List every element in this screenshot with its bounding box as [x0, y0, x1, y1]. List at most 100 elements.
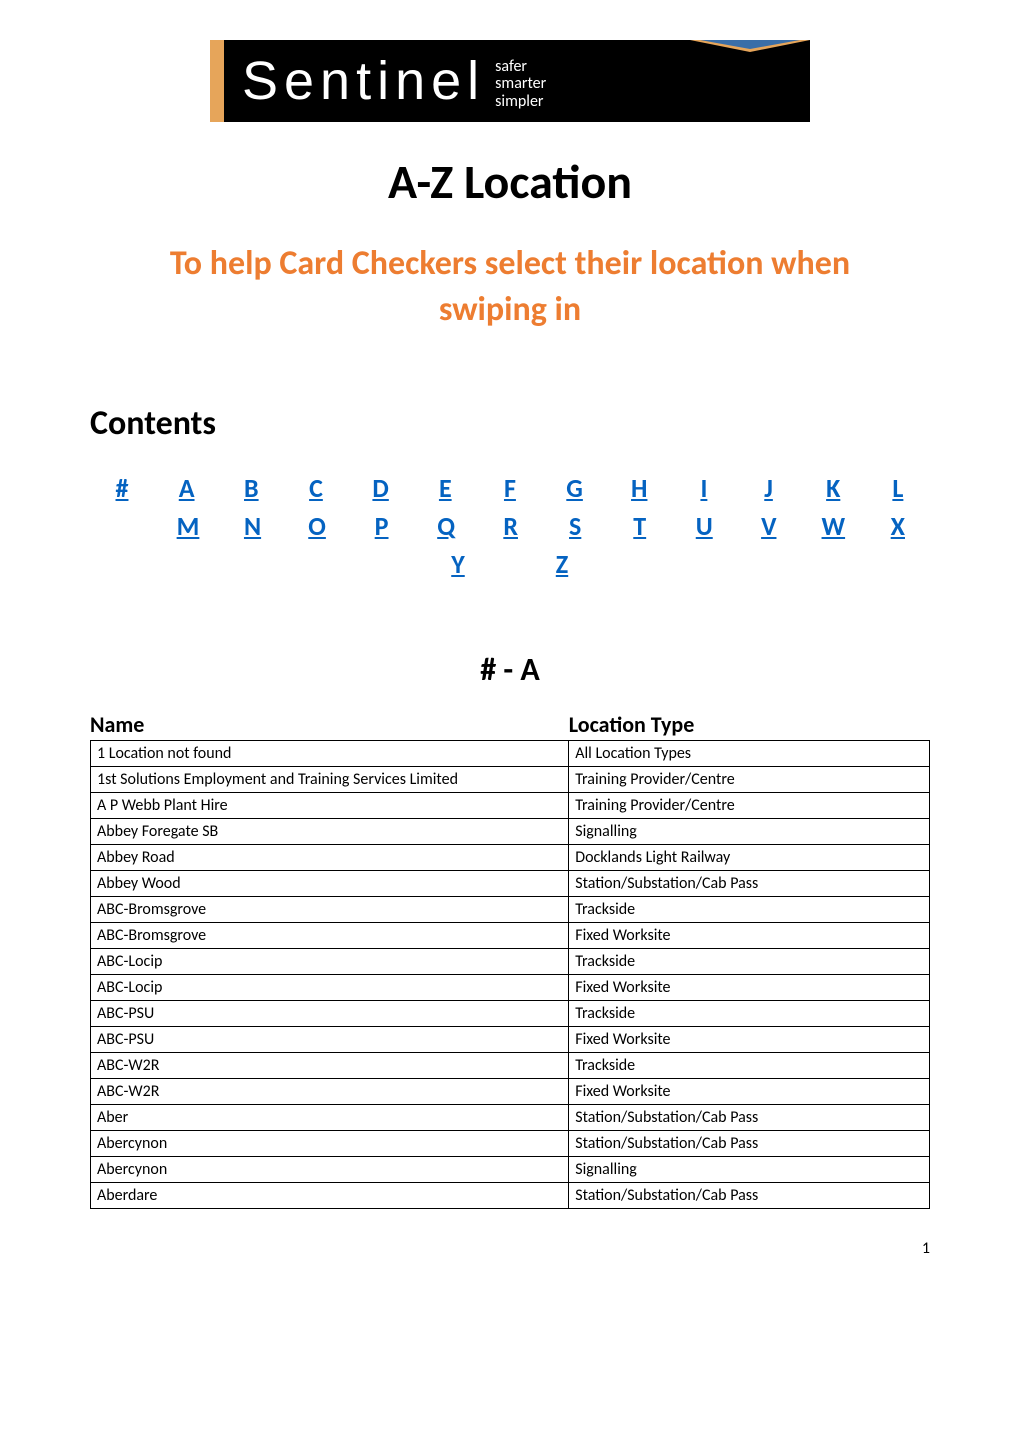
table-row: ABC-BromsgroveTrackside	[91, 896, 930, 922]
contents-heading: Contents	[90, 403, 930, 444]
az-link-q[interactable]: Q	[414, 510, 478, 542]
subtitle-line: swiping in	[439, 289, 581, 330]
section-heading: # - A	[90, 650, 930, 689]
cell-type: Station/Substation/Cab Pass	[569, 1104, 930, 1130]
table-row: AberdareStation/Substation/Cab Pass	[91, 1182, 930, 1208]
logo-tagline: safer smarter simpler	[495, 58, 546, 111]
az-link-d[interactable]: D	[349, 472, 413, 504]
az-link-i[interactable]: I	[672, 472, 736, 504]
az-link-b[interactable]: B	[219, 472, 283, 504]
az-link-s[interactable]: S	[543, 510, 607, 542]
cell-type: Trackside	[569, 948, 930, 974]
az-link-h[interactable]: H	[607, 472, 671, 504]
cell-type: Signalling	[569, 818, 930, 844]
cell-type: Station/Substation/Cab Pass	[569, 870, 930, 896]
cell-name: ABC-Locip	[91, 974, 569, 1000]
logo-wordmark: Sentinel	[242, 50, 485, 112]
cell-type: Station/Substation/Cab Pass	[569, 1182, 930, 1208]
cell-name: ABC-PSU	[91, 1000, 569, 1026]
az-row-1: #ABCDEFGHIJKL	[90, 472, 930, 504]
cell-name: ABC-Bromsgrove	[91, 896, 569, 922]
az-link-w[interactable]: W	[801, 510, 865, 542]
cell-name: Aber	[91, 1104, 569, 1130]
table-row: ABC-W2RFixed Worksite	[91, 1078, 930, 1104]
cell-name: 1st Solutions Employment and Training Se…	[91, 766, 569, 792]
az-link-o[interactable]: O	[285, 510, 349, 542]
az-link-k[interactable]: K	[801, 472, 865, 504]
az-link-x[interactable]: X	[866, 510, 930, 542]
table-row: Abbey Foregate SBSignalling	[91, 818, 930, 844]
az-link-n[interactable]: N	[221, 510, 285, 542]
tagline-line: smarter	[495, 75, 546, 93]
cell-type: Trackside	[569, 896, 930, 922]
table-header: Name Location Type	[90, 711, 930, 738]
az-link-a[interactable]: A	[155, 472, 219, 504]
page-number: 1	[90, 1239, 930, 1258]
table-row: Abbey WoodStation/Substation/Cab Pass	[91, 870, 930, 896]
cell-name: ABC-Bromsgrove	[91, 922, 569, 948]
cell-type: Training Provider/Centre	[569, 792, 930, 818]
az-link-f[interactable]: F	[478, 472, 542, 504]
tagline-line: simpler	[495, 93, 546, 111]
table-row: A P Webb Plant HireTraining Provider/Cen…	[91, 792, 930, 818]
page-title: A-Z Location	[90, 152, 930, 211]
cell-name: Abbey Wood	[91, 870, 569, 896]
location-table: 1 Location not foundAll Location Types1s…	[90, 740, 930, 1209]
table-row: ABC-PSUTrackside	[91, 1000, 930, 1026]
cell-type: Training Provider/Centre	[569, 766, 930, 792]
logo-main: Sentinel safer smarter simpler	[224, 40, 810, 122]
az-link-m[interactable]: M	[156, 510, 220, 542]
table-row: AbercynonStation/Substation/Cab Pass	[91, 1130, 930, 1156]
table-row: ABC-PSUFixed Worksite	[91, 1026, 930, 1052]
az-row-2: MNOPQRSTUVWX	[90, 510, 930, 542]
page-subtitle: To help Card Checkers select their locat…	[90, 241, 930, 333]
az-link-t[interactable]: T	[608, 510, 672, 542]
az-link-u[interactable]: U	[672, 510, 736, 542]
az-link-y[interactable]: Y	[426, 548, 490, 580]
az-link-e[interactable]: E	[413, 472, 477, 504]
tagline-line: safer	[495, 58, 546, 76]
table-row: 1 Location not foundAll Location Types	[91, 740, 930, 766]
cell-type: Fixed Worksite	[569, 974, 930, 1000]
table-row: AberStation/Substation/Cab Pass	[91, 1104, 930, 1130]
cell-type: Fixed Worksite	[569, 1026, 930, 1052]
table-row: AbercynonSignalling	[91, 1156, 930, 1182]
location-table-body: 1 Location not foundAll Location Types1s…	[91, 740, 930, 1208]
az-index: #ABCDEFGHIJKL MNOPQRSTUVWX YZ	[90, 472, 930, 580]
az-link-v[interactable]: V	[737, 510, 801, 542]
cell-type: All Location Types	[569, 740, 930, 766]
az-link-l[interactable]: L	[866, 472, 930, 504]
cell-name: 1 Location not found	[91, 740, 569, 766]
az-link-z[interactable]: Z	[530, 548, 594, 580]
cell-name: Aberdare	[91, 1182, 569, 1208]
logo-accent-bar	[210, 40, 224, 122]
cell-name: ABC-W2R	[91, 1078, 569, 1104]
logo-chevron-icon	[690, 40, 810, 60]
cell-type: Fixed Worksite	[569, 1078, 930, 1104]
table-row: ABC-LocipTrackside	[91, 948, 930, 974]
cell-name: Abercynon	[91, 1156, 569, 1182]
table-row: ABC-BromsgroveFixed Worksite	[91, 922, 930, 948]
table-row: ABC-LocipFixed Worksite	[91, 974, 930, 1000]
cell-type: Signalling	[569, 1156, 930, 1182]
az-link-g[interactable]: G	[543, 472, 607, 504]
cell-type: Station/Substation/Cab Pass	[569, 1130, 930, 1156]
cell-type: Trackside	[569, 1000, 930, 1026]
cell-name: A P Webb Plant Hire	[91, 792, 569, 818]
az-link-c[interactable]: C	[284, 472, 348, 504]
az-row-3: YZ	[90, 548, 930, 580]
table-row: 1st Solutions Employment and Training Se…	[91, 766, 930, 792]
cell-name: Abercynon	[91, 1130, 569, 1156]
az-link-j[interactable]: J	[737, 472, 801, 504]
az-link-p[interactable]: P	[350, 510, 414, 542]
table-row: ABC-W2RTrackside	[91, 1052, 930, 1078]
subtitle-line: To help Card Checkers select their locat…	[170, 243, 850, 284]
cell-type: Trackside	[569, 1052, 930, 1078]
logo-banner: Sentinel safer smarter simpler	[210, 40, 810, 122]
cell-name: Abbey Foregate SB	[91, 818, 569, 844]
az-link-#[interactable]: #	[90, 472, 154, 504]
col-header-type: Location Type	[569, 711, 930, 738]
cell-name: ABC-Locip	[91, 948, 569, 974]
col-header-name: Name	[90, 711, 569, 738]
az-link-r[interactable]: R	[479, 510, 543, 542]
